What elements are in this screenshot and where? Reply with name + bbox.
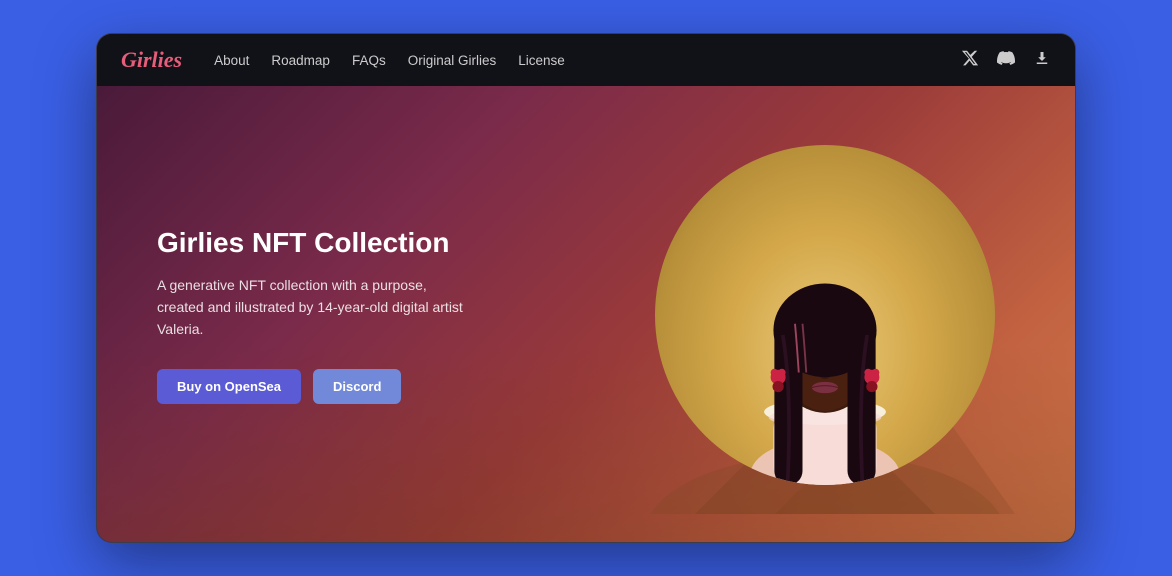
hero-circle bbox=[655, 145, 995, 485]
logo[interactable]: Girlies bbox=[121, 47, 182, 73]
hero-subtitle: A generative NFT collection with a purpo… bbox=[157, 274, 477, 341]
nav-link-roadmap[interactable]: Roadmap bbox=[271, 53, 330, 68]
character-illustration bbox=[675, 185, 975, 485]
nav-link-license[interactable]: License bbox=[518, 53, 565, 68]
nav-link-about[interactable]: About bbox=[214, 53, 249, 68]
nav-link-original-girlies[interactable]: Original Girlies bbox=[408, 53, 497, 68]
nav-links: About Roadmap FAQs Original Girlies Lice… bbox=[214, 53, 933, 68]
outer-container: Girlies About Roadmap FAQs Original Girl… bbox=[0, 0, 1172, 576]
browser-window: Girlies About Roadmap FAQs Original Girl… bbox=[96, 33, 1076, 543]
discord-button[interactable]: Discord bbox=[313, 369, 401, 404]
hero-buttons: Buy on OpenSea Discord bbox=[157, 369, 537, 404]
hero-title: Girlies NFT Collection bbox=[157, 226, 537, 260]
download-icon[interactable] bbox=[1033, 49, 1051, 72]
nav-link-faqs[interactable]: FAQs bbox=[352, 53, 386, 68]
navbar: Girlies About Roadmap FAQs Original Girl… bbox=[97, 34, 1075, 86]
nav-icons bbox=[961, 49, 1051, 72]
hero-text: Girlies NFT Collection A generative NFT … bbox=[157, 226, 537, 404]
hero-section: Girlies NFT Collection A generative NFT … bbox=[97, 86, 1075, 543]
hero-image-container bbox=[655, 145, 995, 485]
twitter-icon[interactable] bbox=[961, 49, 979, 72]
buy-opensea-button[interactable]: Buy on OpenSea bbox=[157, 369, 301, 404]
discord-icon[interactable] bbox=[997, 49, 1015, 72]
